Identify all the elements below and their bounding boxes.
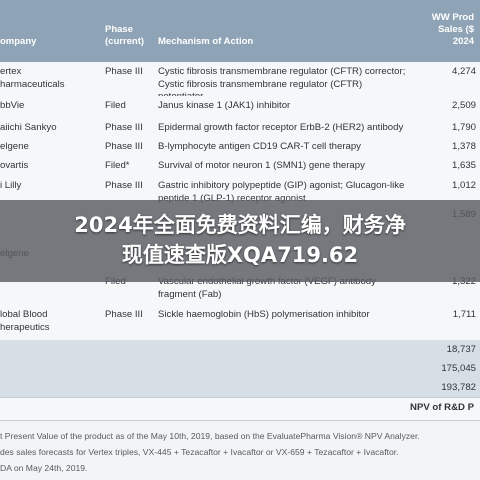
header-ww-sales: WW Prod Sales ($ 2024 [384,12,474,48]
company-cell: i Lilly [0,180,21,193]
company-cell: aiichi Sankyo [0,122,57,135]
sales-value-cell: 1,711 [452,309,476,320]
banner-line-2: 现值速查版XQA719.62 [121,243,359,267]
header-ww-line3: 2024 [452,36,474,47]
phase-cell: Phase III [105,141,143,152]
summary-value: 175,045 [441,363,476,374]
table-row: elgene Phase III B-lymphocyte antigen CD19… [0,137,480,157]
company-cell: ertex harmaceuticals [0,66,65,91]
company-cell: ovartis [0,160,28,173]
moa-cell-line: Janus kinase 1 (JAK1) inhibitor [158,100,291,111]
company-cell: elgene [0,141,29,154]
company-cell-line: elgene [0,141,29,152]
moa-cell-line: B-lymphocyte antigen CD19 CAR-T cell the… [158,141,361,152]
header-phase-line2: (current) [105,36,145,47]
table-row: ertex harmaceuticals Phase III Cystic fibro… [0,62,480,102]
footnote-3: DA on May 24th, 2019. [0,463,88,473]
moa-cell-line: Cystic fibrosis transmembrane regulator … [158,66,406,77]
table-row: bbVie Filed Janus kinase 1 (JAK1) inhibito… [0,96,480,119]
header-moa: Mechanism of Action [158,36,254,47]
moa-cell: Epidermal growth factor receptor ErbB-2 … [158,122,403,135]
phase-cell: Phase III [105,122,143,133]
header-company: ompany [0,36,37,47]
footnote-1: t Present Value of the product as of the… [0,431,420,441]
company-cell-line: harmaceuticals [0,78,65,90]
summary-row-1: 18,737 [0,340,480,360]
header-phase-line1: Phase [105,24,133,35]
company-cell-line: aiichi Sankyo [0,122,57,133]
phase-cell: Filed* [105,160,130,171]
summary-row-2: 175,045 [0,359,480,379]
phase-cell: Phase III [105,66,143,77]
moa-cell-line: Gastric inhibitory polypeptide (GIP) ago… [158,180,405,191]
table-row: aiichi Sankyo Phase III Epidermal growth f… [0,118,480,138]
moa-cell-line: Survival of motor neuron 1 (SMN1) gene t… [158,160,365,171]
table-header: ompany Phase (current) Mechanism of Acti… [0,0,480,62]
header-ww-line2: Sales ($ [438,24,474,35]
sales-value-cell: 1,635 [451,160,476,171]
company-cell-line: ovartis [0,160,29,171]
phase-cell: Phase III [105,180,143,191]
summary-value: 193,782 [441,382,476,393]
company-cell-line: ertex [0,66,22,77]
moa-cell: Survival of motor neuron 1 (SMN1) gene t… [158,160,365,173]
sales-value-cell: 1,790 [451,122,476,133]
sales-value-cell: 2,509 [451,100,476,111]
company-cell-line: herapeutics [0,321,50,333]
company-cell: bbVie [0,100,24,113]
table-row: lobal Blood herapeutics Phase III Sickle ha… [0,305,480,341]
phase-cell: Phase III [105,309,143,320]
moa-cell-line: fragment (Fab) [158,288,222,300]
npv-label-row: NPV of R&D P [0,398,480,421]
moa-cell: Sickle haemoglobin (HbS) polymerisation … [158,309,370,322]
moa-cell-line: Epidermal growth factor receptor ErbB-2 … [158,122,404,133]
company-cell-line: i Lilly [0,180,22,191]
phase-cell: Filed [105,100,126,111]
sales-value-cell: 1,012 [451,180,476,191]
banner-line-1: 2024年全面免费资料汇编，财务净 [74,213,406,237]
company-cell-line: lobal Blood [0,309,48,320]
header-phase: Phase (current) [105,24,155,48]
npv-label: NPV of R&D P [410,402,474,413]
moa-cell: B-lymphocyte antigen CD19 CAR-T cell the… [158,141,361,154]
table-row: ovartis Filed* Survival of motor neuron 1 … [0,156,480,177]
screenshot-page: ompany Phase (current) Mechanism of Acti… [0,0,480,480]
company-cell-line: bbVie [0,100,25,111]
moa-cell-line: Sickle haemoglobin (HbS) polymerisation … [158,309,370,320]
sales-value-cell: 1,378 [451,141,476,152]
summary-value: 18,737 [446,344,476,355]
summary-row-3: 193,782 [0,378,480,398]
sales-value-cell: 4,274 [451,66,476,77]
moa-cell-line: Cystic fibrosis transmembrane regulator … [158,78,363,90]
company-cell: lobal Blood herapeutics [0,309,50,334]
footnote-2: des sales forecasts for Vertex triples, … [0,447,399,457]
moa-cell: Janus kinase 1 (JAK1) inhibitor [158,100,290,113]
header-ww-line1: WW Prod [431,12,474,23]
watermark-banner: 2024年全面免费资料汇编，财务净 现值速查版XQA719.62 [0,200,480,282]
